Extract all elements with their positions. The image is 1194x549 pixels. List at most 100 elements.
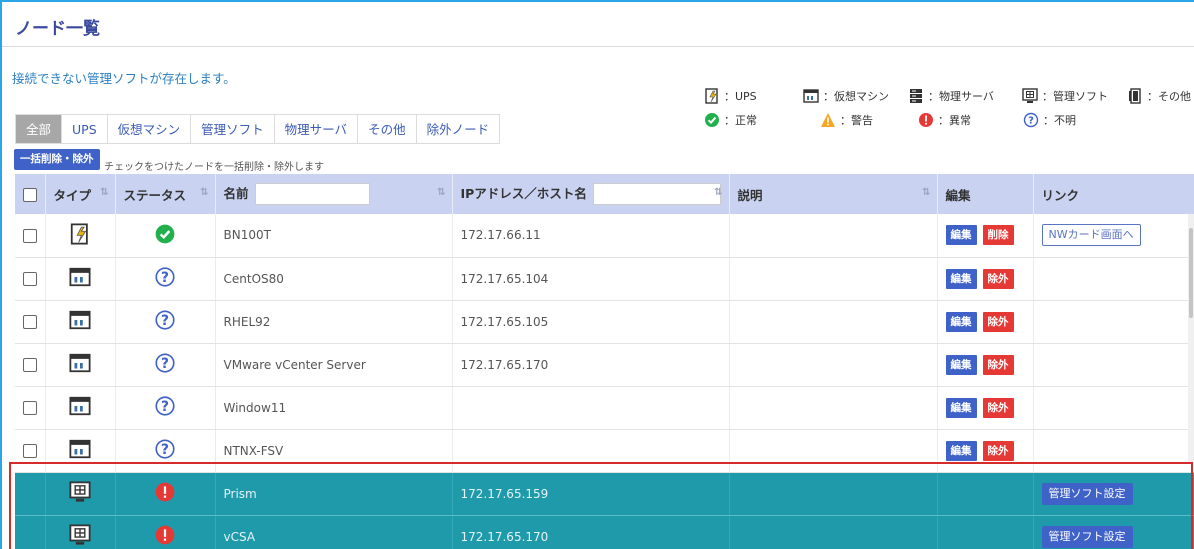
ups-icon [704, 88, 720, 104]
management-software-icon [69, 481, 91, 506]
row-checkbox[interactable] [22, 271, 37, 286]
edit-button[interactable]: 編集 [945, 354, 977, 375]
legend-error-label: ：異常 [938, 114, 971, 127]
bulk-delete-exclude-button[interactable]: 一括削除・除外 [14, 149, 100, 170]
link-cell [1033, 343, 1194, 387]
checkbox-cell [15, 257, 46, 301]
table-row[interactable]: BN100T 172.17.66.11 編集 削除 NWカード画面へ [15, 214, 1194, 258]
ok-check-icon [155, 224, 175, 247]
svg-text:?: ? [1028, 116, 1034, 127]
table-row[interactable]: ? CentOS80 172.17.65.104 編集 除外 [15, 257, 1194, 301]
tab-virtual-machine[interactable]: 仮想マシン [107, 114, 192, 144]
row-checkbox[interactable] [22, 228, 37, 243]
link-cell: 管理ソフト設定 [1033, 472, 1194, 516]
exclude-button[interactable]: 除外 [982, 311, 1014, 332]
node-table: タイプ ⇅ ステータス ⇅ 名前 ⇅ IPアドレス／ホスト名 ⇅ 説明 ⇅ 編集 リンク … [15, 174, 1194, 549]
virtual-machine-icon [69, 396, 91, 420]
col-type-label: タイプ [53, 187, 92, 203]
checkbox-cell [15, 429, 46, 473]
table-row[interactable]: ? NTNX-FSV 編集 除外 [15, 429, 1194, 473]
svg-text:?: ? [161, 442, 169, 458]
description-cell [729, 515, 938, 549]
delete-button[interactable]: 削除 [982, 225, 1014, 246]
tab-all[interactable]: 全部 [15, 114, 63, 144]
legend-ok-label: ：正常 [724, 114, 757, 127]
col-status[interactable]: ステータス ⇅ [115, 174, 216, 214]
table-row[interactable]: ? VMware vCenter Server 172.17.65.170 編集 除外 [15, 343, 1194, 387]
checkbox-cell [15, 386, 46, 430]
table-row[interactable]: vCSA 172.17.65.170 管理ソフト設定 [15, 515, 1194, 549]
edit-cell: 編集 除外 [937, 300, 1034, 344]
management-software-icon [69, 524, 91, 549]
tab-other[interactable]: その他 [358, 114, 417, 144]
warning-triangle-icon [820, 112, 836, 128]
row-checkbox[interactable] [22, 443, 37, 458]
edit-cell [937, 515, 1034, 549]
unknown-question-icon: ? [155, 353, 175, 376]
nw-card-page-button[interactable]: NWカード画面へ [1041, 224, 1141, 247]
edit-cell: 編集 除外 [937, 257, 1034, 301]
unknown-question-icon: ? [155, 396, 175, 419]
sort-icon[interactable]: ⇅ [100, 187, 108, 198]
scrollbar-thumb[interactable] [1189, 228, 1193, 318]
legend-physical: ：物理サーバ [908, 88, 994, 104]
table-row[interactable]: ? RHEL92 172.17.65.105 編集 除外 [15, 300, 1194, 344]
table-row[interactable]: Prism 172.17.65.159 管理ソフト設定 [15, 472, 1194, 516]
edit-button[interactable]: 編集 [945, 440, 977, 461]
sort-icon[interactable]: ⇅ [200, 187, 208, 198]
sort-icon[interactable]: ⇅ [437, 187, 445, 198]
edit-button[interactable]: 編集 [945, 225, 977, 246]
row-checkbox[interactable] [22, 357, 37, 372]
edit-cell: 編集 除外 [937, 429, 1034, 473]
edit-button[interactable]: 編集 [945, 397, 977, 418]
ip-filter-input[interactable] [592, 183, 721, 206]
edit-button[interactable]: 編集 [945, 311, 977, 332]
col-type[interactable]: タイプ ⇅ [45, 174, 116, 214]
management-software-icon [1022, 88, 1038, 104]
col-name[interactable]: 名前 ⇅ [215, 174, 453, 214]
legend-mgmt-label: ：管理ソフト [1042, 90, 1108, 103]
col-ip[interactable]: IPアドレス／ホスト名 ⇅ [452, 174, 730, 214]
type-cell [45, 257, 116, 301]
edit-button[interactable]: 編集 [945, 268, 977, 289]
exclude-button[interactable]: 除外 [982, 354, 1014, 375]
exclude-button[interactable]: 除外 [982, 268, 1014, 289]
select-all-checkbox[interactable] [23, 187, 37, 202]
error-exclamation-icon [918, 112, 934, 128]
legend-unknown-label: ：不明 [1043, 114, 1076, 127]
management-software-settings-button[interactable]: 管理ソフト設定 [1041, 525, 1133, 548]
error-exclamation-icon [155, 482, 175, 505]
sort-icon[interactable]: ⇅ [714, 187, 722, 198]
management-software-settings-button[interactable]: 管理ソフト設定 [1041, 482, 1133, 505]
ip-cell [452, 386, 730, 430]
col-link-label: リンク [1041, 187, 1080, 203]
warning-message: 接続できない管理ソフトが存在します。 [12, 71, 236, 86]
tab-excluded-nodes[interactable]: 除外ノード [416, 114, 501, 144]
tab-physical-server[interactable]: 物理サーバ [274, 114, 359, 144]
legend-ups: ：UPS [704, 88, 757, 104]
table-row[interactable]: ? Window11 編集 除外 [15, 386, 1194, 430]
ip-cell: 172.17.66.11 [452, 214, 730, 258]
col-link: リンク [1033, 174, 1194, 214]
type-cell [45, 343, 116, 387]
name-filter-input[interactable] [254, 183, 370, 206]
exclude-button[interactable]: 除外 [982, 397, 1014, 418]
svg-text:?: ? [161, 356, 169, 372]
name-cell: vCSA [215, 515, 453, 549]
tab-ups[interactable]: UPS [62, 114, 108, 144]
tab-management-software[interactable]: 管理ソフト [191, 114, 275, 144]
legend-vm: ：仮想マシン [803, 88, 889, 104]
sort-icon[interactable]: ⇅ [922, 187, 930, 198]
exclude-button[interactable]: 除外 [982, 440, 1014, 461]
col-description[interactable]: 説明 ⇅ [729, 174, 938, 214]
status-cell: ? [115, 300, 216, 344]
row-checkbox[interactable] [22, 314, 37, 329]
description-cell [729, 343, 938, 387]
link-cell: 管理ソフト設定 [1033, 515, 1194, 549]
status-cell [115, 472, 216, 516]
row-checkbox[interactable] [22, 400, 37, 415]
unknown-question-icon: ? [155, 267, 175, 290]
edit-cell: 編集 除外 [937, 386, 1034, 430]
filter-tabs: 全部 UPS 仮想マシン 管理ソフト 物理サーバ その他 除外ノード [15, 114, 501, 144]
col-ip-label: IPアドレス／ホスト名 [460, 185, 587, 201]
